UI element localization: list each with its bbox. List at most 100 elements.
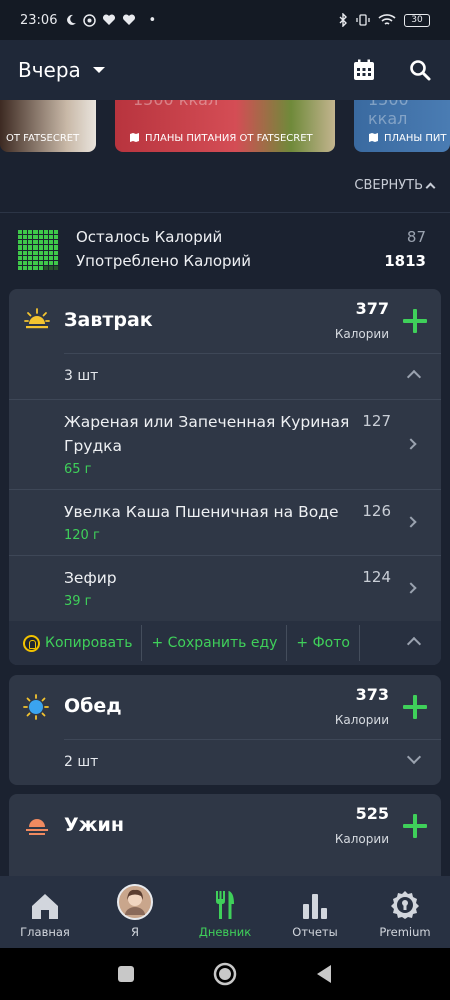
progress-cell <box>33 255 38 260</box>
progress-cell <box>28 230 33 235</box>
meal-header[interactable]: Ужин 525 Калории <box>9 794 441 858</box>
nav-label: Я <box>131 925 139 939</box>
nav-reports[interactable]: Отчеты <box>270 876 360 948</box>
food-name: Увелка Каша Пшеничная на Воде <box>64 503 339 521</box>
progress-cell <box>48 230 53 235</box>
recents-icon[interactable] <box>117 965 135 983</box>
premium-icon <box>391 891 419 919</box>
progress-cell <box>23 235 28 240</box>
save-meal-button[interactable]: + Сохранить еду <box>142 625 288 661</box>
chevron-right-icon <box>405 438 417 450</box>
food-item[interactable]: Увелка Каша Пшеничная на Воде 120 г 126 <box>9 489 441 555</box>
add-photo-label: + Фото <box>296 635 350 651</box>
food-calories: 126 <box>362 502 391 520</box>
progress-cell <box>18 255 23 260</box>
chevron-up-icon <box>425 182 436 193</box>
heart-notification-icon-2 <box>123 14 136 25</box>
progress-cell <box>33 250 38 255</box>
progress-cell <box>38 260 43 265</box>
collapse-button[interactable]: СВЕРНУТЬ <box>354 178 436 193</box>
progress-cell <box>33 260 38 265</box>
meal-calories-label: Калории <box>334 713 389 727</box>
meal-actions: Копировать + Сохранить еду + Фото <box>9 621 441 665</box>
progress-cell <box>53 240 58 245</box>
progress-cell <box>28 265 33 270</box>
battery-icon: 30 <box>404 13 430 27</box>
progress-cell <box>53 260 58 265</box>
nav-me[interactable]: Я <box>90 876 180 948</box>
meal-header[interactable]: Завтрак 377 Калории <box>9 289 441 353</box>
bottom-navigation: Главная Я Дневник Отчеты Premium <box>0 876 450 948</box>
progress-cell <box>48 260 53 265</box>
copy-button[interactable]: Копировать <box>9 625 143 661</box>
progress-cell <box>38 255 43 260</box>
promo-banner[interactable]: 1500 ккал ПЛАНЫ ПИТ <box>354 100 450 152</box>
meal-calories-label: Калории <box>334 832 389 846</box>
food-item[interactable]: Жареная или Запеченная Куриная Грудка 65… <box>9 399 441 489</box>
collapse-label: СВЕРНУТЬ <box>354 178 423 193</box>
nav-label: Дневник <box>198 925 252 939</box>
heart-notification-icon <box>103 14 116 25</box>
add-food-button[interactable] <box>403 814 427 838</box>
progress-cell <box>38 240 43 245</box>
meal-card-breakfast: Завтрак 377 Калории 3 шт Жареная или Зап… <box>9 289 441 665</box>
progress-cell <box>48 240 53 245</box>
progress-cell <box>33 265 38 270</box>
progress-cell <box>28 260 33 265</box>
bluetooth-icon <box>339 13 347 27</box>
calorie-progress-grid <box>18 230 58 270</box>
chevron-right-icon <box>405 516 417 528</box>
home-icon <box>32 894 58 919</box>
progress-cell <box>48 235 53 240</box>
back-icon[interactable] <box>315 964 333 984</box>
progress-cell <box>53 245 58 250</box>
chevron-down-icon[interactable] <box>92 67 105 73</box>
meal-header[interactable]: Обед 373 Калории <box>9 675 441 739</box>
home-circle-icon[interactable] <box>213 962 237 986</box>
avatar <box>117 884 153 920</box>
sunrise-icon <box>24 308 50 329</box>
chevron-up-icon <box>406 369 422 385</box>
status-time: 23:06 <box>20 12 58 28</box>
search-icon[interactable] <box>408 58 432 82</box>
progress-cell <box>43 255 48 260</box>
progress-cell <box>23 245 28 250</box>
food-name: Зефир <box>64 569 117 587</box>
progress-cell <box>33 240 38 245</box>
progress-cell <box>43 230 48 235</box>
nav-premium[interactable]: Premium <box>360 876 450 948</box>
progress-cell <box>53 255 58 260</box>
map-icon <box>130 133 139 142</box>
meal-items-toggle[interactable]: 2 шт <box>64 739 441 785</box>
promo-banner[interactable]: ОТ FATSECRET <box>0 100 96 152</box>
add-photo-button[interactable]: + Фото <box>287 625 360 661</box>
nav-label: Главная <box>20 925 70 939</box>
date-title[interactable]: Вчера <box>18 58 81 82</box>
promo-carousel[interactable]: ОТ FATSECRET 1500 ккал ПЛАНЫ ПИТАНИЯ ОТ … <box>0 100 450 156</box>
copy-icon <box>23 634 40 652</box>
progress-cell <box>43 240 48 245</box>
app-bar: Вчера <box>0 40 450 100</box>
progress-cell <box>23 265 28 270</box>
nav-diary[interactable]: Дневник <box>180 876 270 948</box>
progress-cell <box>28 250 33 255</box>
chevron-down-icon <box>406 749 422 765</box>
reports-icon <box>303 894 327 919</box>
progress-cell <box>18 235 23 240</box>
progress-cell <box>43 235 48 240</box>
meal-items-toggle[interactable]: 3 шт <box>64 353 441 399</box>
progress-cell <box>28 235 33 240</box>
promo-banner[interactable]: 1500 ккал ПЛАНЫ ПИТАНИЯ ОТ FATSECRET <box>115 100 335 152</box>
progress-cell <box>33 245 38 250</box>
nav-label: Отчеты <box>292 925 338 939</box>
calorie-summary: Осталось Калорий 87 Употреблено Калорий … <box>0 220 450 280</box>
add-food-button[interactable] <box>403 695 427 719</box>
meal-title: Ужин <box>64 814 124 836</box>
chevron-right-icon <box>405 582 417 594</box>
nav-home[interactable]: Главная <box>0 876 90 948</box>
chevron-up-icon[interactable] <box>406 636 422 652</box>
progress-cell <box>53 230 58 235</box>
food-item[interactable]: Зефир 39 г 124 <box>9 555 441 621</box>
calendar-icon[interactable] <box>352 58 376 82</box>
add-food-button[interactable] <box>403 309 427 333</box>
